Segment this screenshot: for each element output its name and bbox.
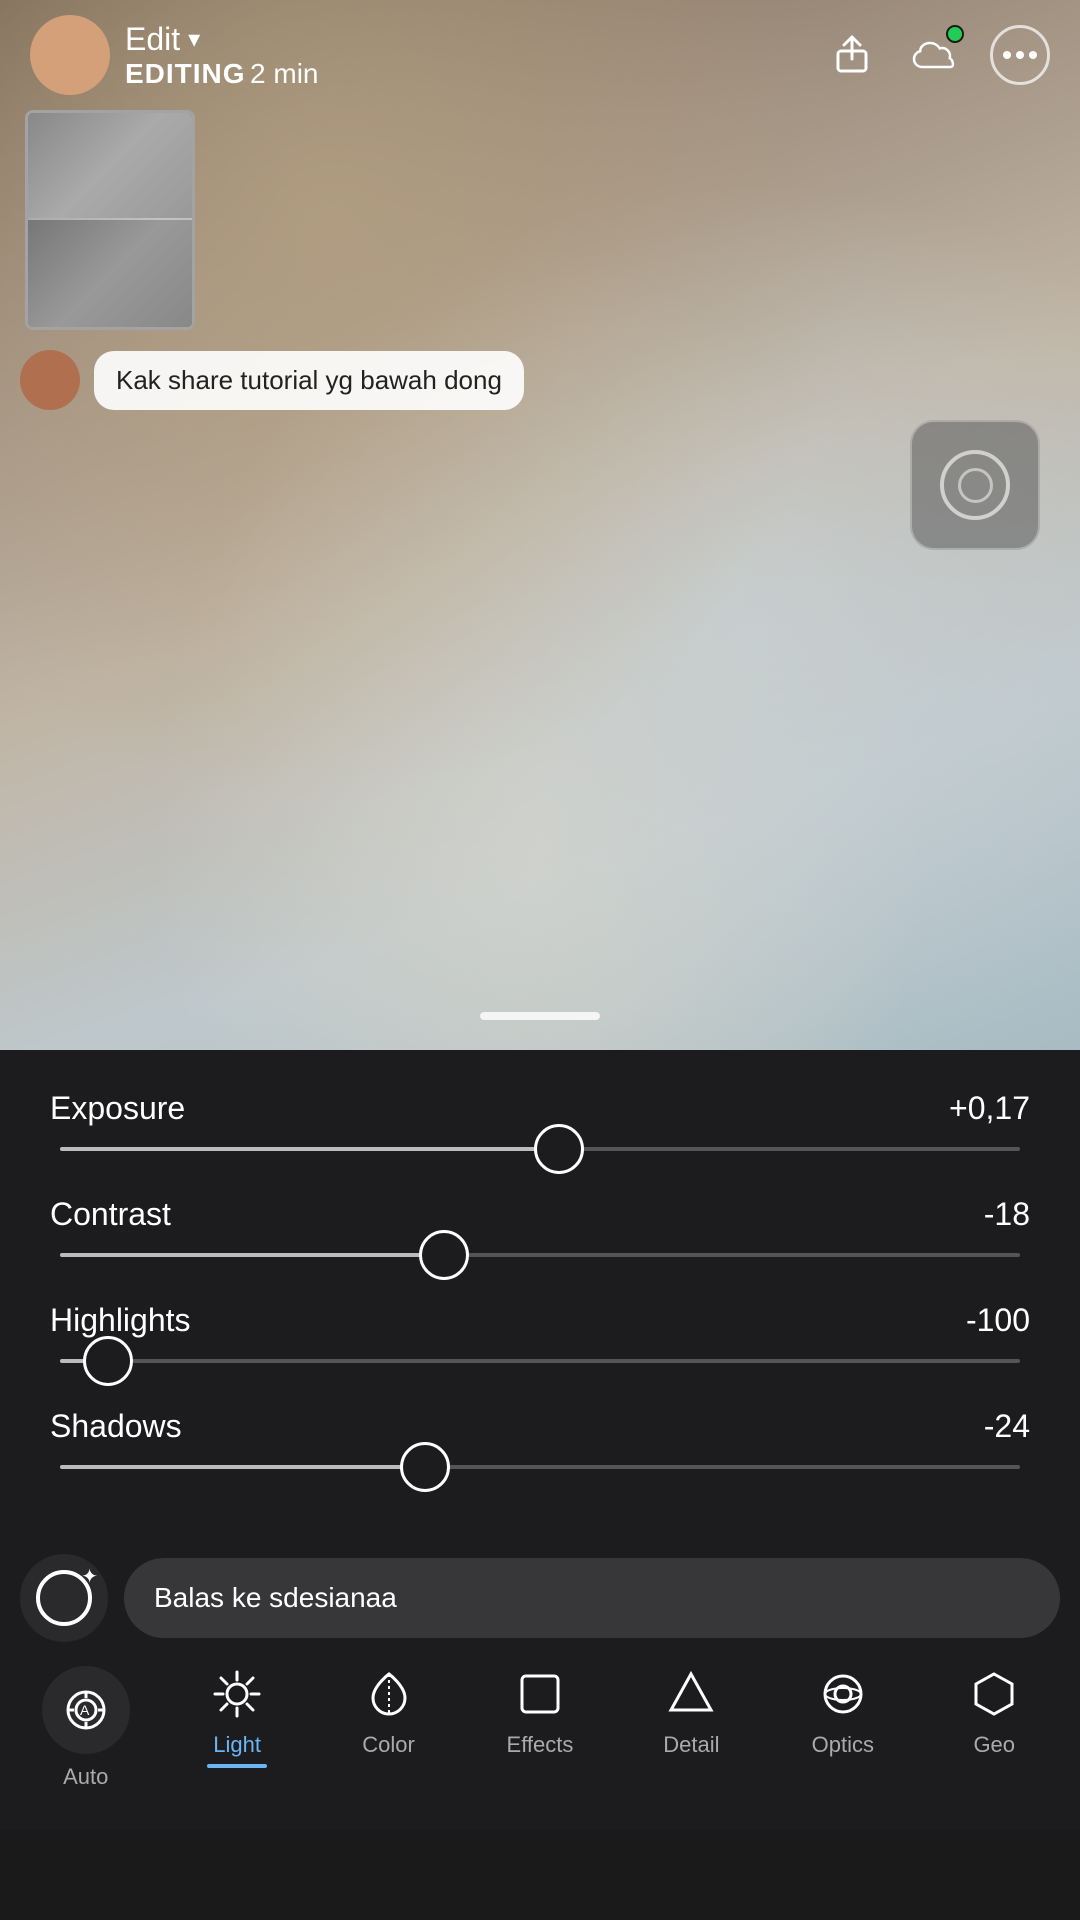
slider-track-highlights[interactable] [60,1359,1020,1363]
drag-handle[interactable] [480,1012,600,1020]
tool-item-auto[interactable]: A Auto [36,1666,136,1790]
camera-lens-inner [958,468,993,503]
slider-value-exposure: +0,17 [949,1090,1030,1127]
camera-capture-button[interactable]: ✦ [20,1554,108,1642]
tool-active-indicator [207,1764,267,1768]
slider-value-shadows: -24 [984,1408,1030,1445]
tool-label-effects: Effects [507,1732,574,1758]
tool-label-color: Color [362,1732,415,1758]
slider-row-highlights[interactable]: Highlights -100 [50,1302,1030,1363]
editing-panel: Exposure +0,17 Contrast -18 Highlights -… [0,1050,1080,1534]
comment-bubble: Kak share tutorial yg bawah dong [94,351,524,410]
camera-btn-inner: ✦ [36,1570,92,1626]
comment-area: Kak share tutorial yg bawah dong [20,350,524,410]
slider-thumb-contrast[interactable] [419,1230,469,1280]
color-icon [361,1666,417,1722]
dot1 [1003,51,1011,59]
slider-value-contrast: -18 [984,1196,1030,1233]
tool-label-optics: Optics [812,1732,874,1758]
geo-icon [966,1666,1022,1722]
comment-input[interactable]: Balas ke sdesianaa [124,1558,1060,1638]
slider-row-contrast[interactable]: Contrast -18 [50,1196,1030,1257]
slider-thumb-exposure[interactable] [534,1124,584,1174]
camera-lens [940,450,1010,520]
slider-label-shadows: Shadows [50,1408,182,1445]
share-icon[interactable] [826,29,878,81]
effects-icon [512,1666,568,1722]
light-icon [209,1666,265,1722]
slider-fill-shadows [60,1465,425,1469]
tool-label-geo: Geo [973,1732,1015,1758]
tool-item-geo[interactable]: Geo [944,1666,1044,1758]
slider-header-exposure: Exposure +0,17 [50,1090,1030,1127]
camera-overlay-button[interactable] [910,420,1040,550]
thumb-top [28,113,192,220]
thumb-bottom [28,220,192,327]
tool-item-color[interactable]: Color [339,1666,439,1758]
comment-placeholder: Balas ke sdesianaa [154,1582,397,1614]
camera-sparkle-icon: ✦ [81,1564,98,1589]
tool-label-detail: Detail [663,1732,719,1758]
slider-track-shadows[interactable] [60,1465,1020,1469]
slider-fill-exposure [60,1147,559,1151]
slider-value-highlights: -100 [966,1302,1030,1339]
top-right-icons [826,25,1050,85]
auto-btn-circle: A [42,1666,130,1754]
bottom-nav: ✦ Balas ke sdesianaa A Auto [0,1534,1080,1830]
cloud-sync-dot [946,25,964,43]
tool-item-light[interactable]: Light [187,1666,287,1768]
editing-status: EDITING [125,58,246,89]
slider-header-highlights: Highlights -100 [50,1302,1030,1339]
slider-header-contrast: Contrast -18 [50,1196,1030,1233]
dot3 [1029,51,1037,59]
slider-fill-contrast [60,1253,444,1257]
more-options-button[interactable] [990,25,1050,85]
slider-thumb-shadows[interactable] [400,1442,450,1492]
photo-area: Kak share tutorial yg bawah dong [0,0,1080,1050]
tool-label-auto: Auto [63,1764,108,1790]
avatar [30,15,110,95]
detail-icon [663,1666,719,1722]
comment-text: Kak share tutorial yg bawah dong [116,365,502,395]
top-bar: Edit ▾ EDITING 2 min [0,0,1080,110]
slider-track-exposure[interactable] [60,1147,1020,1151]
comment-input-row: ✦ Balas ke sdesianaa [0,1554,1080,1642]
tool-item-effects[interactable]: Effects [490,1666,590,1758]
thumbnail-overlay[interactable] [25,110,195,330]
edit-dropdown-icon[interactable]: ▾ [188,25,200,54]
editing-time: 2 min [250,58,318,89]
toolbar: A Auto Light [0,1666,1080,1790]
svg-text:A: A [80,1702,90,1718]
tool-item-detail[interactable]: Detail [641,1666,741,1758]
dot2 [1016,51,1024,59]
slider-label-exposure: Exposure [50,1090,185,1127]
slider-thumb-highlights[interactable] [83,1336,133,1386]
slider-header-shadows: Shadows -24 [50,1408,1030,1445]
edit-label[interactable]: Edit [125,21,180,58]
slider-track-contrast[interactable] [60,1253,1020,1257]
commenter-avatar [20,350,80,410]
slider-label-contrast: Contrast [50,1196,171,1233]
slider-row-exposure[interactable]: Exposure +0,17 [50,1090,1030,1151]
tool-item-optics[interactable]: Optics [793,1666,893,1758]
slider-row-shadows[interactable]: Shadows -24 [50,1408,1030,1469]
slider-label-highlights: Highlights [50,1302,191,1339]
optics-icon [815,1666,871,1722]
tool-label-light: Light [213,1732,261,1758]
edit-section: Edit ▾ EDITING 2 min [125,21,318,90]
cloud-sync-icon[interactable] [908,29,960,81]
